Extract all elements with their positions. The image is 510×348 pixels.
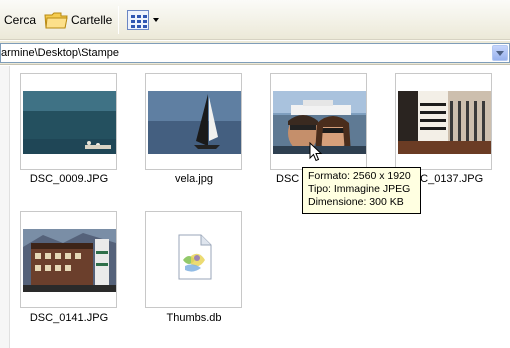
file-tile-thumbs-db[interactable] (145, 211, 242, 308)
photo-thumbnail (398, 91, 491, 154)
toolbar: Cerca Cartelle (0, 0, 510, 40)
system-file-icon (178, 234, 212, 280)
folders-button-label: Cartelle (71, 13, 113, 27)
folders-button[interactable]: Cartelle (44, 8, 112, 32)
file-view: DSC_0009.JPG vela.jpg DSC DSC_0137.JPG D… (0, 66, 510, 348)
chevron-down-icon (496, 50, 504, 56)
views-button[interactable] (127, 8, 159, 32)
address-bar: armine\Desktop\Stampe (0, 41, 510, 65)
file-name[interactable]: DSC_0141.JPG (9, 312, 129, 324)
tooltip-format: Formato: 2560 x 1920 (308, 170, 411, 182)
file-tile-dsc-0141[interactable] (20, 211, 117, 308)
chevron-down-icon (153, 18, 159, 22)
mouse-cursor-icon (309, 142, 323, 162)
file-tile-vela[interactable] (145, 73, 242, 170)
tooltip-size: Dimensione: 300 KB (308, 196, 404, 208)
photo-thumbnail (148, 91, 241, 154)
address-dropdown-button[interactable] (492, 45, 508, 61)
left-edge (0, 66, 10, 348)
file-info-tooltip: Formato: 2560 x 1920 Tipo: Immagine JPEG… (302, 167, 421, 214)
folder-icon (44, 12, 68, 29)
views-icon (127, 10, 149, 30)
file-name[interactable]: DSC_0009.JPG (9, 173, 129, 185)
file-tile-dsc-0009[interactable] (20, 73, 117, 170)
photo-thumbnail (23, 229, 116, 292)
search-button-label: Cerca (4, 13, 37, 27)
photo-thumbnail (23, 91, 116, 154)
file-name[interactable]: vela.jpg (134, 173, 254, 185)
file-tile-dsc-0137[interactable] (395, 73, 492, 170)
toolbar-separator (118, 6, 119, 34)
address-field[interactable]: armine\Desktop\Stampe (0, 43, 510, 63)
file-name[interactable]: Thumbs.db (134, 312, 254, 324)
address-path: armine\Desktop\Stampe (1, 47, 119, 59)
search-button[interactable]: Cerca (0, 8, 36, 32)
tooltip-type: Tipo: Immagine JPEG (308, 183, 411, 195)
